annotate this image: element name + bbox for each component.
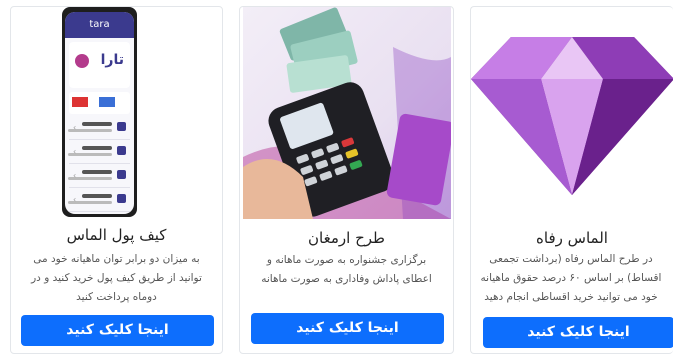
card-description: به میزان دو برابر توان ماهیانه خود می تو… bbox=[31, 253, 202, 303]
card-description: در طرح الماس رفاه (برداشت تجمعی اقساط) ب… bbox=[480, 253, 662, 303]
pos-terminal-image bbox=[243, 7, 451, 219]
transfer-icon bbox=[117, 194, 126, 203]
card-icon bbox=[386, 113, 451, 206]
card-armaghan: طرح ارمغان برگزاری جشنواره به صورت ماهان… bbox=[239, 6, 454, 354]
armaghan-click-button[interactable]: اینجا کلیک کنید bbox=[251, 313, 444, 344]
chevron-left-icon: ‹ bbox=[73, 147, 77, 156]
phone-app-image: tara تارا ‹ ‹ ‹ ‹ ‹ bbox=[62, 7, 137, 217]
card-title: طرح ارمغان bbox=[308, 229, 385, 247]
app-banner: تارا bbox=[69, 42, 130, 88]
card-wallet: tara تارا ‹ ‹ ‹ ‹ ‹ کیف پول الماس به میز… bbox=[10, 6, 223, 354]
app-logos-strip bbox=[69, 92, 130, 114]
chevron-left-icon: ‹ bbox=[73, 171, 77, 180]
almas-refah-click-button[interactable]: اینجا کلیک کنید bbox=[483, 317, 673, 348]
card-description: برگزاری جشنواره به صورت ماهانه و اعطای پ… bbox=[261, 254, 432, 285]
banknotes-icon bbox=[279, 7, 358, 93]
card-title: کیف پول الماس bbox=[66, 226, 167, 244]
share-icon bbox=[117, 170, 126, 179]
app-header: tara bbox=[65, 12, 134, 38]
phone-screen: tara تارا ‹ ‹ ‹ ‹ ‹ bbox=[65, 12, 134, 214]
card-almas-refah: الماس رفاه در طرح الماس رفاه (برداشت تجم… bbox=[470, 6, 673, 354]
app-menu-row: ‹ bbox=[68, 116, 130, 140]
diamond-image bbox=[471, 17, 673, 197]
chevron-left-icon: ‹ bbox=[73, 123, 77, 132]
app-menu-row: ‹ bbox=[68, 188, 130, 212]
tara-logo: تارا bbox=[100, 52, 124, 68]
partner-logo-icon bbox=[72, 97, 88, 107]
diamond-icon bbox=[471, 37, 673, 195]
app-menu-row: ‹ bbox=[68, 140, 130, 164]
card-title: الماس رفاه bbox=[536, 229, 608, 247]
app-menu-row: ‹ bbox=[69, 212, 130, 214]
cart-icon bbox=[117, 122, 126, 131]
pos-terminal-illustration bbox=[243, 7, 451, 219]
wallet-click-button[interactable]: اینجا کلیک کنید bbox=[21, 315, 214, 346]
banner-circle-icon bbox=[75, 54, 89, 68]
app-menu-row: ‹ bbox=[68, 164, 130, 188]
store-icon bbox=[117, 146, 126, 155]
chevron-left-icon: ‹ bbox=[73, 195, 77, 204]
partner-logo-icon bbox=[99, 97, 116, 107]
